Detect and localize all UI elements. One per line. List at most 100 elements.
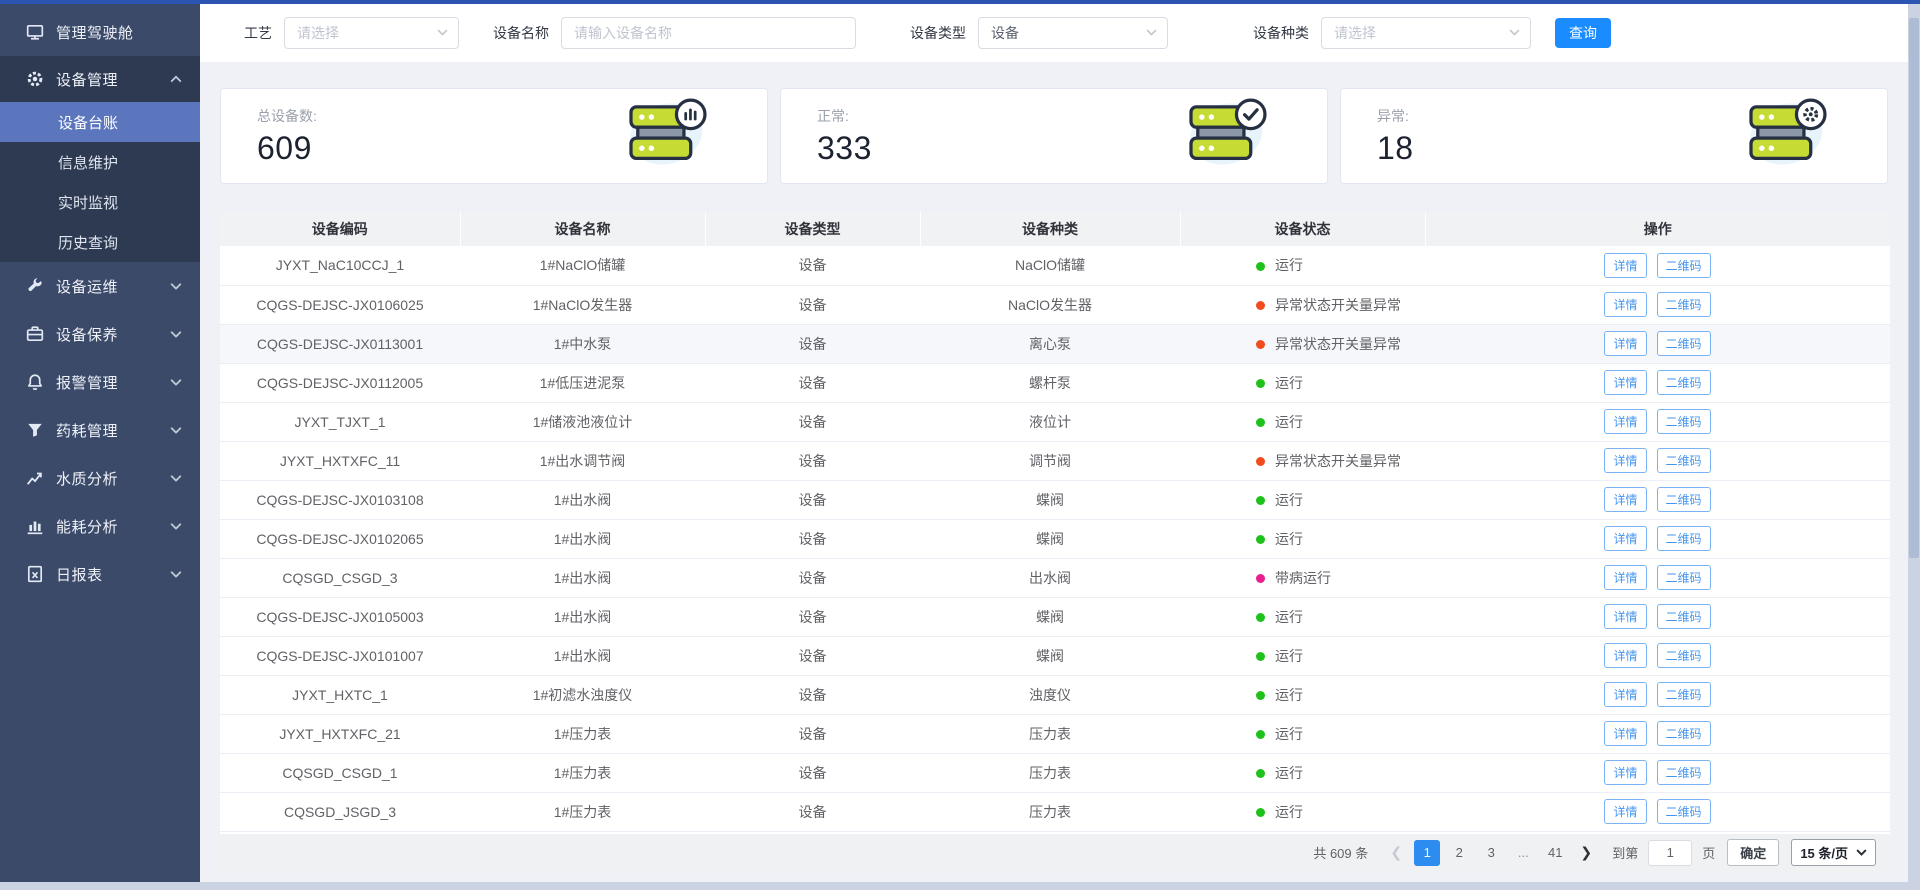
chevron-down-icon [1856, 849, 1867, 857]
detail-button[interactable]: 详情 [1604, 292, 1646, 317]
cell-device-status: 运行 [1180, 636, 1425, 675]
status-dot [1256, 457, 1265, 466]
qrcode-button[interactable]: 二维码 [1657, 682, 1711, 707]
sidebar: 管理驾驶舱设备管理设备台账信息维护实时监视历史查询设备运维设备保养报警管理药耗管… [0, 4, 200, 882]
cell-device-kind: 压力表 [920, 792, 1180, 831]
cell-device-code: CQGS-DEJSC-JX0106025 [220, 285, 460, 324]
detail-button[interactable]: 详情 [1604, 487, 1646, 512]
chevron-down-icon [170, 426, 182, 434]
sidebar-item-报警管理[interactable]: 报警管理 [0, 358, 200, 406]
qrcode-button[interactable]: 二维码 [1657, 448, 1711, 473]
process-select[interactable]: 请选择 [284, 17, 459, 49]
qrcode-button[interactable]: 二维码 [1657, 604, 1711, 629]
detail-button[interactable]: 详情 [1604, 370, 1646, 395]
detail-button[interactable]: 详情 [1604, 604, 1646, 629]
status-text: 运行 [1275, 648, 1303, 664]
cell-device-status: 运行 [1180, 753, 1425, 792]
table-row: JYXT_HXTC_11#初滤水浊度仪设备浊度仪运行详情二维码 [220, 675, 1890, 714]
detail-button[interactable]: 详情 [1604, 682, 1646, 707]
qrcode-button[interactable]: 二维码 [1657, 253, 1711, 278]
cell-device-kind: NaClO发生器 [920, 285, 1180, 324]
device-kind-label: 设备种类 [1253, 23, 1309, 43]
sidebar-item-药耗管理[interactable]: 药耗管理 [0, 406, 200, 454]
goto-page-input[interactable] [1648, 840, 1692, 866]
device-name-input[interactable] [561, 17, 856, 49]
chevron-down-icon [170, 378, 182, 386]
stat-card: 异常:18 [1340, 88, 1888, 184]
detail-button[interactable]: 详情 [1604, 331, 1646, 356]
stat-label: 总设备数: [257, 106, 317, 126]
qrcode-button[interactable]: 二维码 [1657, 565, 1711, 590]
cell-device-status: 运行 [1180, 675, 1425, 714]
qrcode-button[interactable]: 二维码 [1657, 409, 1711, 434]
detail-button[interactable]: 详情 [1604, 253, 1646, 278]
page-number-3[interactable]: 3 [1478, 840, 1504, 866]
cell-device-kind: 浊度仪 [920, 675, 1180, 714]
top-edge-strip [0, 0, 1920, 4]
cell-device-status: 异常状态开关量异常 [1180, 441, 1425, 480]
status-dot [1256, 691, 1265, 700]
table-row: JYXT_HXTXFC_211#压力表设备压力表运行详情二维码 [220, 714, 1890, 753]
pagination-total: 共 609 条 [1313, 843, 1368, 862]
detail-button[interactable]: 详情 [1604, 409, 1646, 434]
cell-device-type: 设备 [705, 324, 920, 363]
scrollbar-thumb[interactable] [1909, 18, 1919, 558]
detail-button[interactable]: 详情 [1604, 643, 1646, 668]
status-dot [1256, 535, 1265, 544]
cell-actions: 详情二维码 [1425, 753, 1890, 792]
sidebar-item-设备保养[interactable]: 设备保养 [0, 310, 200, 358]
next-page-icon[interactable]: ❯ [1574, 844, 1598, 861]
sidebar-subitem-设备台账[interactable]: 设备台账 [0, 102, 200, 142]
detail-button[interactable]: 详情 [1604, 760, 1646, 785]
prev-page-icon[interactable]: ❮ [1384, 844, 1408, 861]
device-kind-select[interactable]: 请选择 [1321, 17, 1531, 49]
cell-device-kind: 压力表 [920, 714, 1180, 753]
qrcode-button[interactable]: 二维码 [1657, 370, 1711, 395]
page-number-1[interactable]: 1 [1414, 840, 1440, 866]
sidebar-item-设备运维[interactable]: 设备运维 [0, 262, 200, 310]
stat-card: 总设备数:609 [220, 88, 768, 184]
column-header: 设备名称 [460, 212, 705, 246]
search-button[interactable]: 查询 [1555, 18, 1611, 48]
sidebar-item-日报表[interactable]: 日报表 [0, 550, 200, 598]
detail-button[interactable]: 详情 [1604, 721, 1646, 746]
device-kind-select-placeholder: 请选择 [1334, 23, 1376, 43]
status-dot [1256, 262, 1265, 271]
column-header: 设备状态 [1180, 212, 1425, 246]
qrcode-button[interactable]: 二维码 [1657, 643, 1711, 668]
chevron-down-icon [170, 330, 182, 338]
qrcode-button[interactable]: 二维码 [1657, 526, 1711, 551]
page-size-select[interactable]: 15 条/页 [1791, 839, 1876, 866]
sidebar-subitem-历史查询[interactable]: 历史查询 [0, 222, 200, 262]
sidebar-item-能耗分析[interactable]: 能耗分析 [0, 502, 200, 550]
qrcode-button[interactable]: 二维码 [1657, 292, 1711, 317]
detail-button[interactable]: 详情 [1604, 526, 1646, 551]
qrcode-button[interactable]: 二维码 [1657, 799, 1711, 824]
detail-button[interactable]: 详情 [1604, 565, 1646, 590]
chevron-down-icon [1146, 29, 1157, 37]
sidebar-item-水质分析[interactable]: 水质分析 [0, 454, 200, 502]
sidebar-item-管理驾驶舱[interactable]: 管理驾驶舱 [0, 8, 200, 56]
page-unit-label: 页 [1702, 843, 1715, 862]
chevron-down-icon [170, 282, 182, 290]
cell-device-name: 1#出水调节阀 [460, 441, 705, 480]
status-dot [1256, 769, 1265, 778]
qrcode-button[interactable]: 二维码 [1657, 760, 1711, 785]
page-number-2[interactable]: 2 [1446, 840, 1472, 866]
wrench-icon [26, 278, 44, 294]
qrcode-button[interactable]: 二维码 [1657, 487, 1711, 512]
sidebar-subitem-实时监视[interactable]: 实时监视 [0, 182, 200, 222]
qrcode-button[interactable]: 二维码 [1657, 331, 1711, 356]
detail-button[interactable]: 详情 [1604, 799, 1646, 824]
cell-actions: 详情二维码 [1425, 285, 1890, 324]
qrcode-button[interactable]: 二维码 [1657, 721, 1711, 746]
cell-device-type: 设备 [705, 363, 920, 402]
sidebar-subitem-信息维护[interactable]: 信息维护 [0, 142, 200, 182]
page-number-41[interactable]: 41 [1542, 840, 1568, 866]
sidebar-item-设备管理[interactable]: 设备管理 [0, 56, 200, 102]
server-gear-icon [1743, 96, 1835, 177]
device-type-select[interactable]: 设备 [978, 17, 1168, 49]
goto-confirm-button[interactable]: 确定 [1727, 839, 1779, 866]
detail-button[interactable]: 详情 [1604, 448, 1646, 473]
table-row: CQGS-DEJSC-JX01130011#中水泵设备离心泵异常状态开关量异常详… [220, 324, 1890, 363]
